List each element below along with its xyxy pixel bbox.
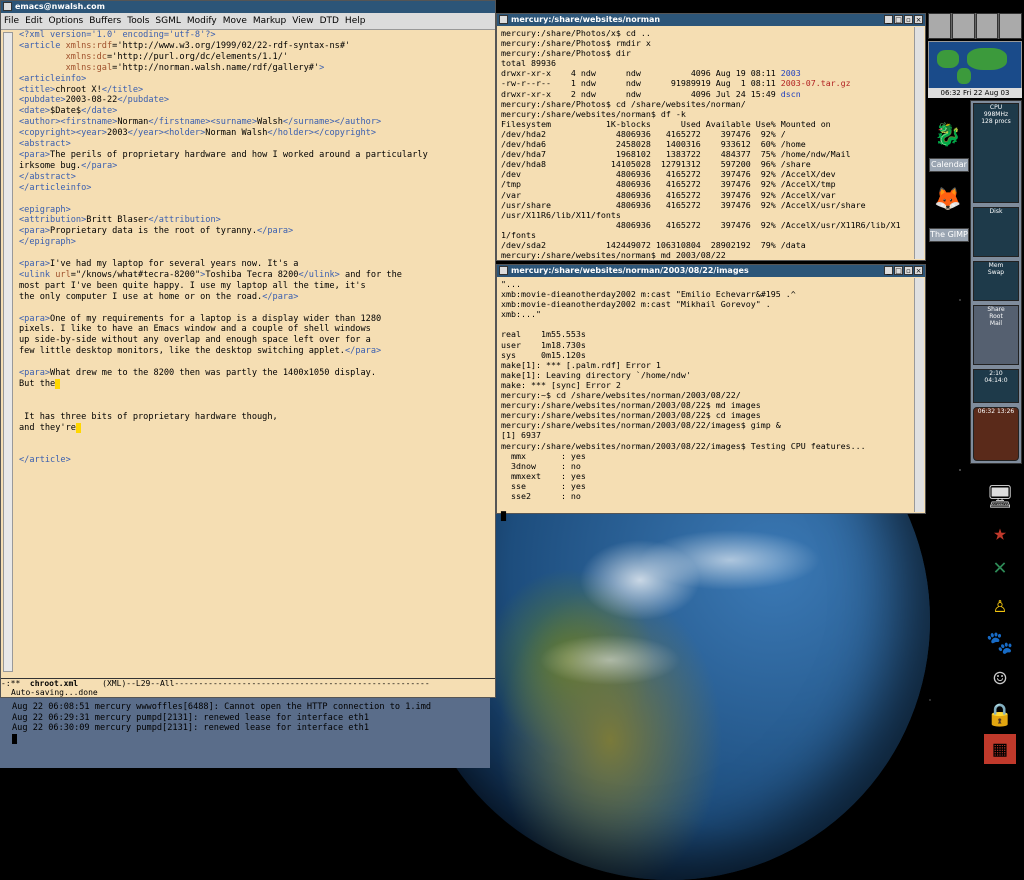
emacs-window[interactable]: emacs@nwalsh.com File Edit Options Buffe… <box>0 0 496 698</box>
window-title: mercury:/share/websites/norman/2003/08/2… <box>511 266 749 275</box>
shade-button[interactable]: ▫ <box>904 15 913 24</box>
window-menu-icon[interactable] <box>499 15 508 24</box>
cpu-monitor: CPU 998MHz 128 procs <box>973 103 1019 203</box>
menu-item[interactable]: Root <box>974 313 1018 320</box>
disk-monitor: Disk <box>973 207 1019 257</box>
terminal-scrollbar[interactable] <box>914 278 924 512</box>
log-line: Aug 22 06:08:51 mercury wwwoffles[6488]:… <box>12 702 432 712</box>
mask-icon[interactable]: ☺ <box>984 664 1016 694</box>
xconsole-window[interactable]: Aug 22 06:08:51 mercury wwwoffles[6488]:… <box>0 698 490 768</box>
pager-desktop[interactable] <box>975 13 999 39</box>
menu-help[interactable]: Help <box>342 13 369 29</box>
emacs-titlebar[interactable]: emacs@nwalsh.com <box>1 1 495 13</box>
menu-buffers[interactable]: Buffers <box>86 13 124 29</box>
menu-edit[interactable]: Edit <box>22 13 45 29</box>
clock-bar: 06:32 Fri 22 Aug 03 <box>928 88 1022 98</box>
menu-markup[interactable]: Markup <box>250 13 289 29</box>
close-button[interactable]: × <box>914 15 923 24</box>
terminal-output[interactable]: mercury:/share/Photos/x$ cd .. mercury:/… <box>501 28 901 270</box>
menu-move[interactable]: Move <box>220 13 250 29</box>
buffer-name: chroot.xml <box>29 679 79 688</box>
maximize-button[interactable]: □ <box>894 15 903 24</box>
lock-icon[interactable]: 🔒 <box>984 700 1016 730</box>
gimp-wilber-icon[interactable]: 🦊 <box>932 184 964 214</box>
menu-file[interactable]: File <box>1 13 22 29</box>
emacs-minibuffer[interactable]: Auto-saving...done <box>1 688 495 698</box>
emacs-menubar: File Edit Options Buffers Tools SGML Mod… <box>1 13 495 30</box>
menu-options[interactable]: Options <box>46 13 87 29</box>
person-icon[interactable]: ♙ <box>984 590 1016 620</box>
shade-button[interactable]: ▫ <box>904 266 913 275</box>
terminal-titlebar[interactable]: mercury:/share/websites/norman/2003/08/2… <box>497 265 925 277</box>
menu-tools[interactable]: Tools <box>124 13 152 29</box>
window-menu-icon[interactable] <box>499 266 508 275</box>
window-title: emacs@nwalsh.com <box>15 2 105 11</box>
pager-desktop[interactable] <box>951 13 975 39</box>
gimp-icon[interactable]: 🐾 <box>984 628 1016 658</box>
minimize-button[interactable]: _ <box>884 266 893 275</box>
analog-clock-applet: 06:32 13:26 <box>973 407 1019 461</box>
menu-sgml[interactable]: SGML <box>152 13 183 29</box>
menu-view[interactable]: View <box>289 13 316 29</box>
gimp-launcher[interactable]: The GIMP <box>929 228 969 242</box>
world-map-applet <box>928 41 1022 89</box>
menu-modify[interactable]: Modify <box>184 13 220 29</box>
map-land <box>937 50 959 68</box>
maximize-button[interactable]: □ <box>894 266 903 275</box>
menu-item[interactable]: Mail <box>974 320 1018 327</box>
log-line: Aug 22 06:30:09 mercury pumpd[2131]: ren… <box>12 723 369 733</box>
terminal-window-1[interactable]: mercury:/share/websites/norman _ □ ▫ × merc… <box>496 13 926 270</box>
emacs-buffer[interactable]: <?xml version='1.0' encoding='utf-8'?> <… <box>1 30 495 678</box>
terminal-scrollbar[interactable] <box>914 27 924 259</box>
time-applet: 2:10 04:14:0 <box>973 369 1019 403</box>
log-line: Aug 22 06:29:31 mercury pumpd[2131]: ren… <box>12 712 369 723</box>
terminal-titlebar[interactable]: mercury:/share/websites/norman _ □ ▫ × <box>497 14 925 26</box>
close-button[interactable]: × <box>914 266 923 275</box>
menu-dtd[interactable]: DTD <box>317 13 342 29</box>
terminal-window-2[interactable]: mercury:/share/websites/norman/2003/08/2… <box>496 264 926 521</box>
pager-desktop[interactable] <box>928 13 951 39</box>
menu-applet[interactable]: Share Root Mail <box>973 305 1019 365</box>
grid-icon[interactable]: ▦ <box>984 734 1016 764</box>
pager-desktop[interactable] <box>999 13 1022 39</box>
dragon-icon[interactable]: 🐉 <box>932 120 964 150</box>
memory-monitor: Mem Swap <box>973 261 1019 301</box>
terminal-output[interactable]: "... xmb:movie-dieanotherday2002 m:cast … <box>501 279 866 521</box>
emacs-scrollbar[interactable] <box>3 32 13 672</box>
minimize-button[interactable]: _ <box>884 15 893 24</box>
window-menu-icon[interactable] <box>3 2 12 11</box>
xml-document-text[interactable]: <?xml version='1.0' encoding='utf-8'?> <… <box>19 30 428 466</box>
calendar-launcher[interactable]: Calendar <box>929 158 969 172</box>
map-land <box>967 48 1007 70</box>
system-monitor-strip: CPU 998MHz 128 procs Disk Mem Swap Share… <box>970 100 1022 464</box>
star-icon[interactable]: ★ <box>984 518 1016 548</box>
desktop-pager[interactable] <box>928 13 1022 39</box>
monitor-icon[interactable]: 🖥 <box>984 482 1016 512</box>
xchat-icon[interactable]: ✕ <box>984 552 1016 582</box>
window-title: mercury:/share/websites/norman <box>511 15 661 24</box>
map-land <box>957 68 971 84</box>
menu-item[interactable]: Share <box>974 306 1018 313</box>
